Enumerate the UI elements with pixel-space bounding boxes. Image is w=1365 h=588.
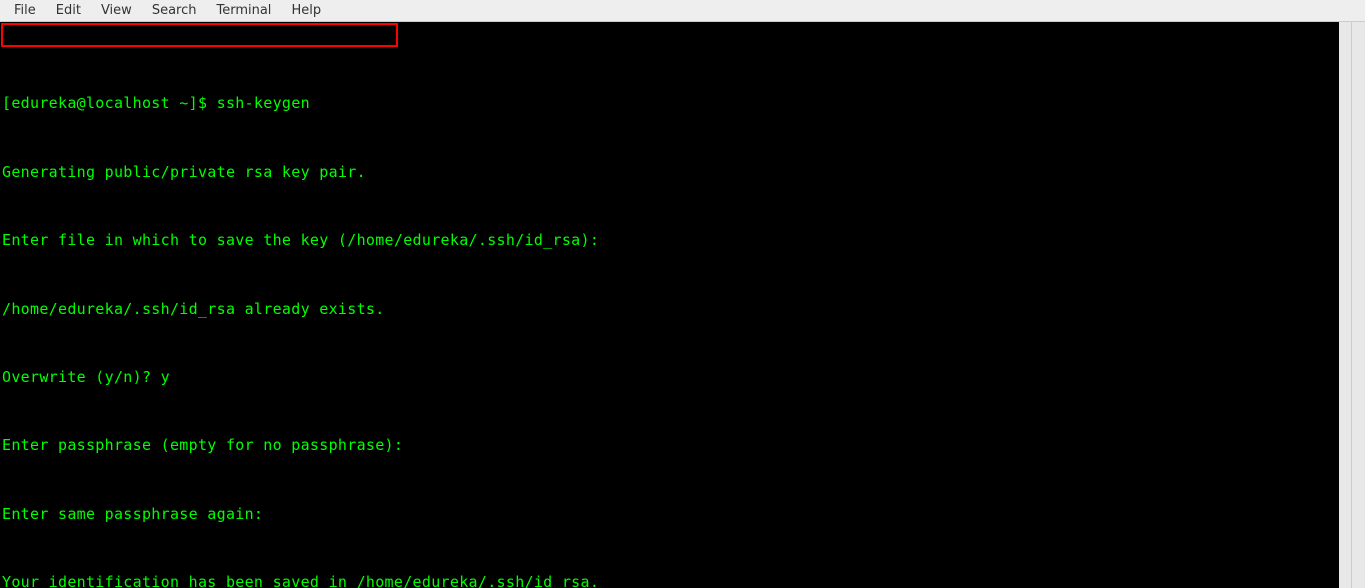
menu-help[interactable]: Help: [281, 1, 331, 20]
output-line: Enter passphrase (empty for no passphras…: [2, 434, 1339, 457]
terminal-area[interactable]: [edureka@localhost ~]$ ssh-keygen Genera…: [0, 22, 1339, 588]
output-line: Overwrite (y/n)? y: [2, 366, 1339, 389]
output-line: Your identification has been saved in /h…: [2, 571, 1339, 588]
highlight-annotation: [1, 23, 398, 47]
prompt: [edureka@localhost ~]$: [2, 94, 217, 112]
command-text: ssh-keygen: [217, 94, 310, 112]
menu-view[interactable]: View: [91, 1, 142, 20]
prompt-line-1: [edureka@localhost ~]$ ssh-keygen: [2, 92, 1339, 115]
menubar: File Edit View Search Terminal Help: [0, 0, 1365, 22]
output-line: /home/edureka/.ssh/id_rsa already exists…: [2, 298, 1339, 321]
output-line: Enter same passphrase again:: [2, 503, 1339, 526]
output-line: Generating public/private rsa key pair.: [2, 161, 1339, 184]
menu-terminal[interactable]: Terminal: [206, 1, 281, 20]
output-line: Enter file in which to save the key (/ho…: [2, 229, 1339, 252]
scrollbar[interactable]: [1351, 22, 1365, 588]
menu-file[interactable]: File: [4, 1, 46, 20]
menu-search[interactable]: Search: [142, 1, 207, 20]
menu-edit[interactable]: Edit: [46, 1, 91, 20]
